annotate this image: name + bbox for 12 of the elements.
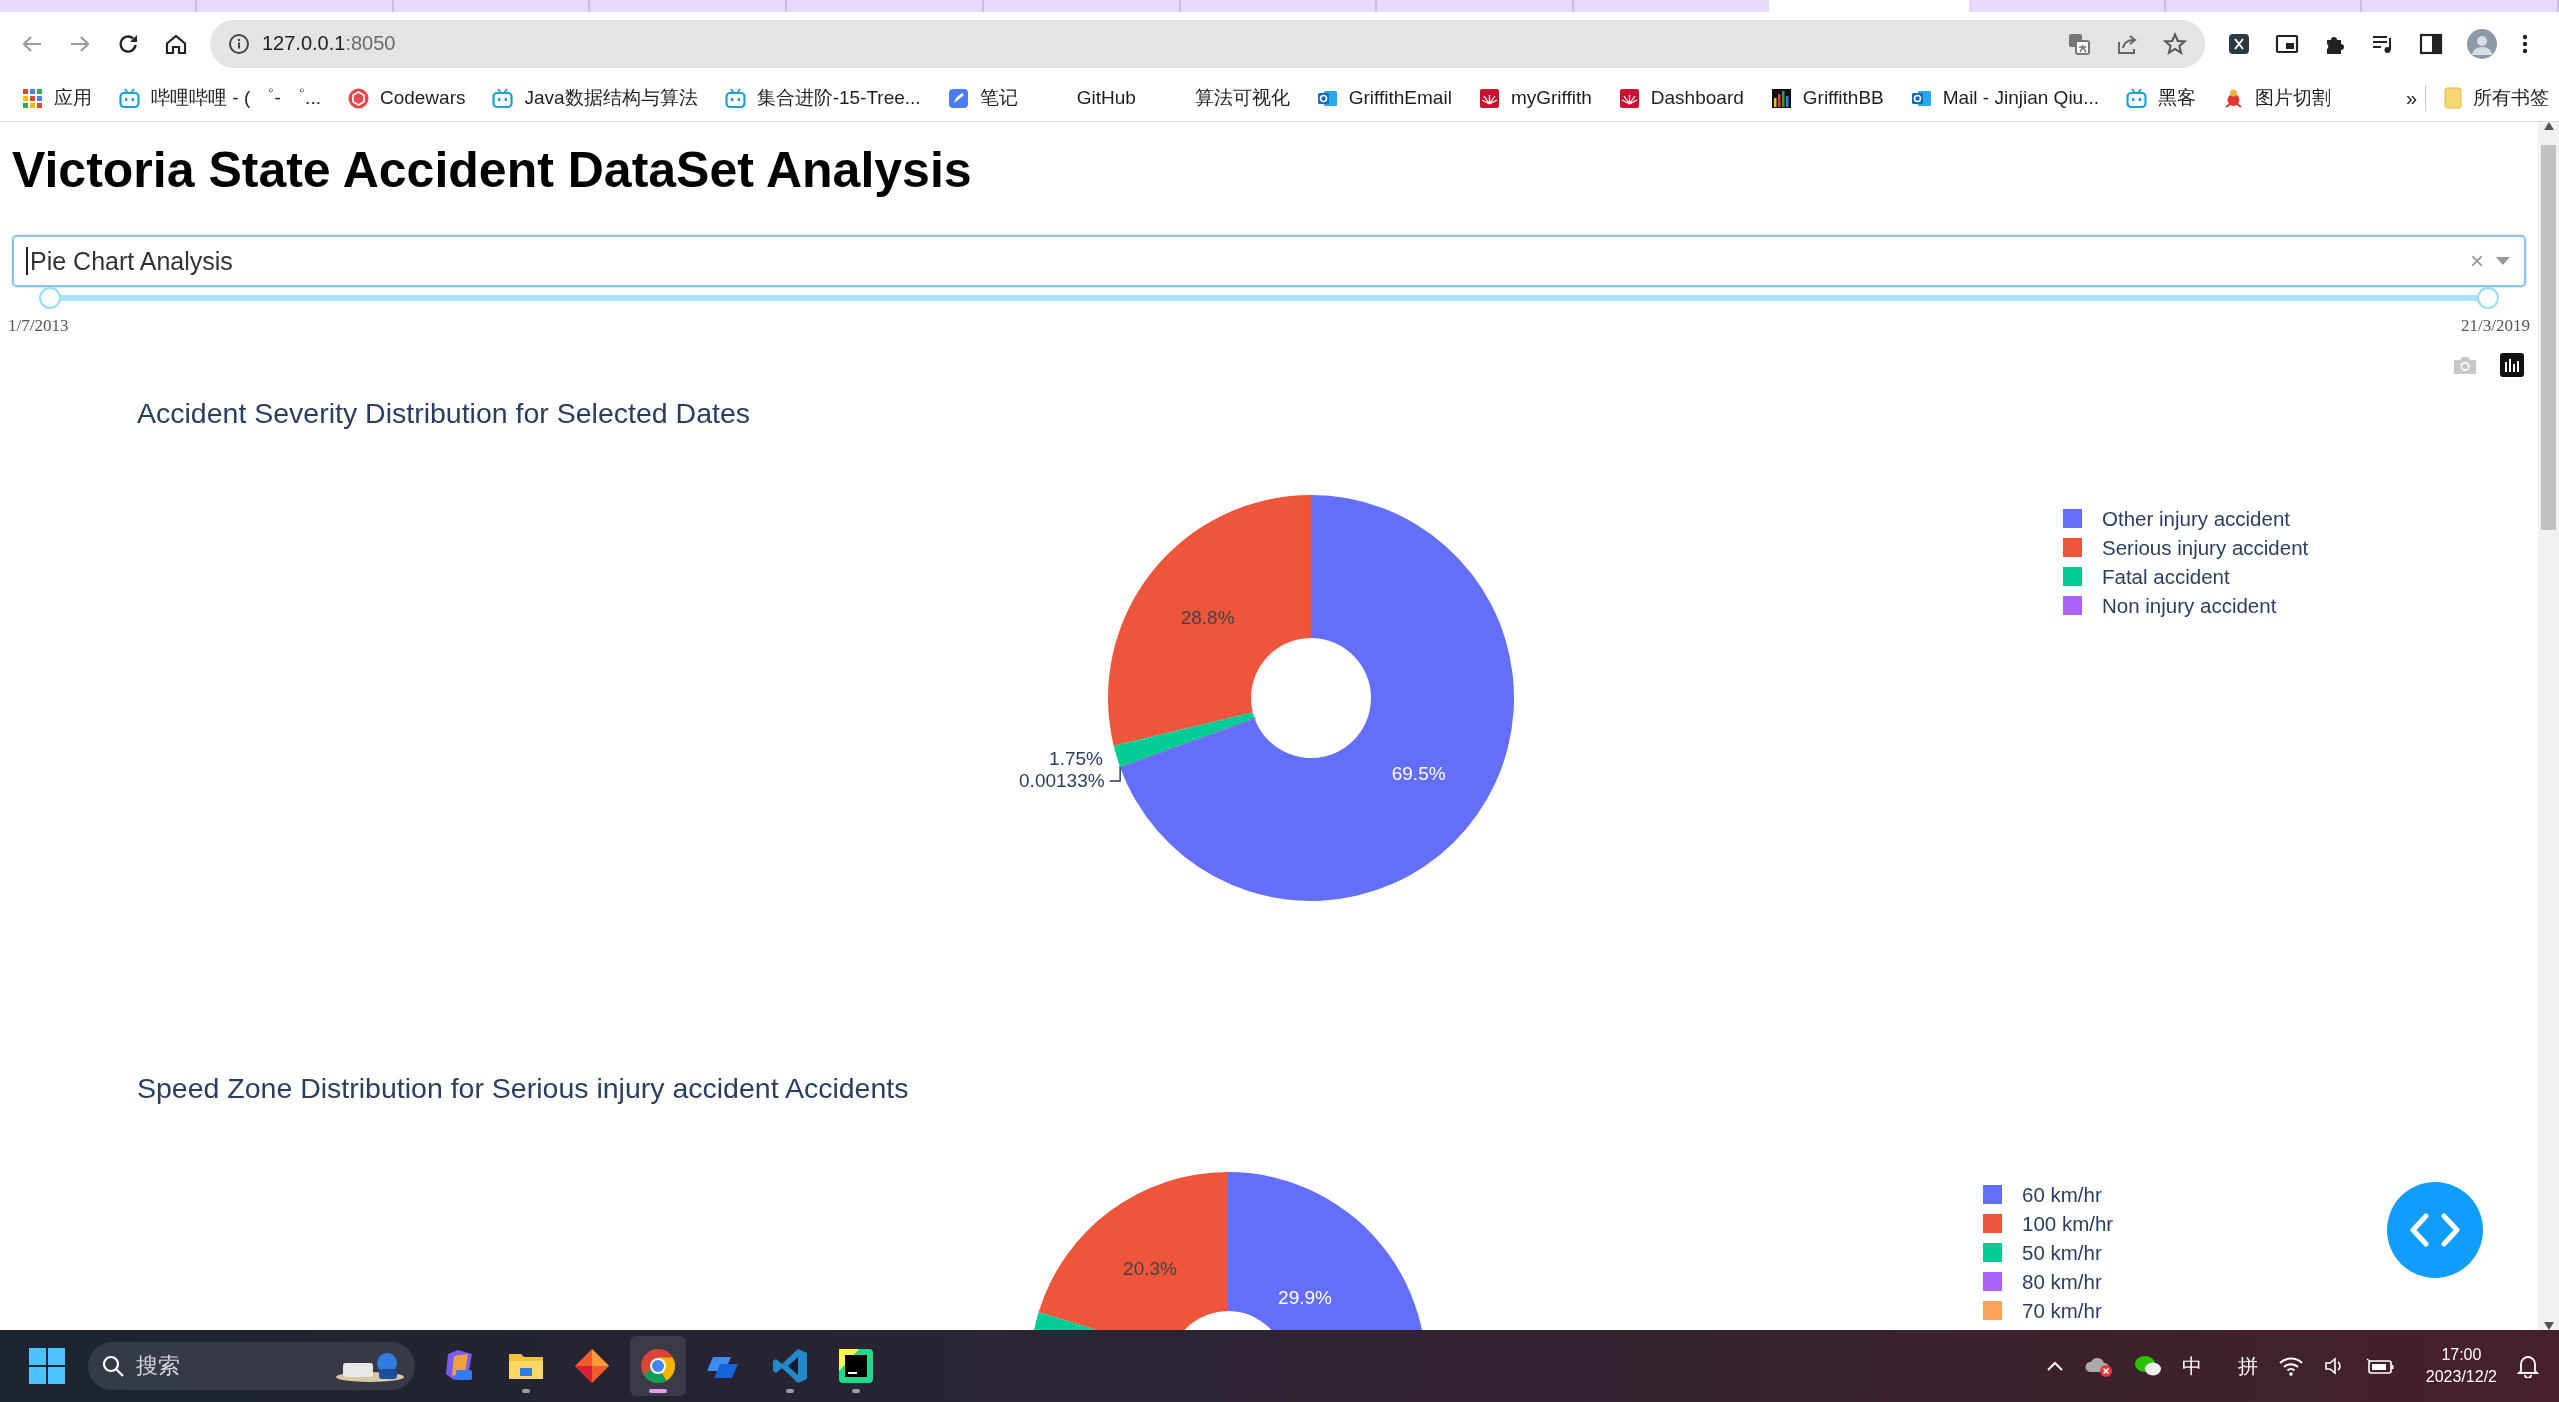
slice-label: 29.9% [1278, 1287, 1332, 1308]
url-text: 127.0.0.1:8050 [262, 32, 396, 55]
chart-title: Accident Severity Distribution for Selected Dates [137, 397, 751, 430]
slice-label: 0.00133% [1019, 769, 1105, 791]
slice-label: 20.3% [1123, 1258, 1177, 1279]
slider-end-label: 21/3/2019 [2461, 315, 2530, 337]
slice-label: 1.75% [1049, 747, 1103, 769]
page-title: Victoria State Accident DataSet Analysis [12, 142, 973, 198]
slice-label: 28.8% [1180, 606, 1235, 628]
chart-title: Speed Zone Distribution for Serious injury accident Accidents [137, 1072, 909, 1105]
slider-start-label: 1/7/2013 [8, 315, 69, 337]
slice-label: 69.5% [1391, 763, 1446, 785]
